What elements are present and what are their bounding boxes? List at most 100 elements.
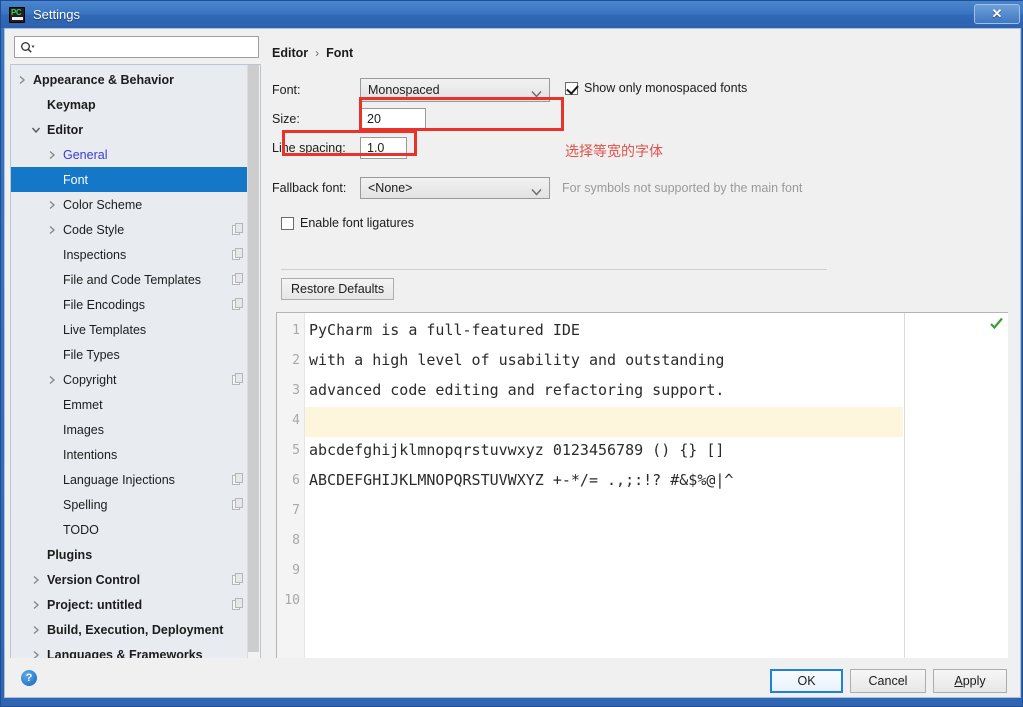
search-box[interactable] (14, 36, 259, 58)
line-spacing-row: Line spacing: 1.0 (272, 137, 407, 159)
copy-settings-icon (232, 298, 243, 310)
sidebar-item-appearance-behavior[interactable]: Appearance & Behavior (11, 67, 255, 92)
sidebar-item-label: Inspections (63, 247, 127, 262)
window-title: Settings (33, 7, 80, 22)
chevron-right-icon[interactable] (30, 599, 42, 611)
sidebar-item-todo[interactable]: TODO (11, 517, 255, 542)
sidebar-item-copyright[interactable]: Copyright (11, 367, 255, 392)
copy-settings-icon (232, 373, 243, 385)
sidebar-item-emmet[interactable]: Emmet (11, 392, 255, 417)
sidebar-item-font[interactable]: Font (11, 167, 255, 192)
chevron-right-icon[interactable] (16, 74, 28, 86)
cancel-button[interactable]: Cancel (850, 669, 926, 693)
line-number: 7 (292, 503, 300, 518)
show-monospaced-checkbox[interactable] (565, 81, 578, 95)
sidebar-item-keymap[interactable]: Keymap (11, 92, 255, 117)
sidebar-item-label: Images (63, 422, 104, 437)
help-icon[interactable]: ? (21, 670, 37, 686)
font-family-value: Monospaced (368, 83, 440, 97)
sidebar-item-file-and-code-templates[interactable]: File and Code Templates (11, 267, 255, 292)
show-monospaced-label: Show only monospaced fonts (584, 81, 748, 95)
chevron-down-icon[interactable] (30, 124, 42, 136)
sidebar-item-label: Keymap (47, 97, 96, 112)
title-bar: Settings ✕ (1, 1, 1023, 28)
sidebar-item-label: Project: untitled (47, 597, 143, 612)
apply-button[interactable]: Apply (933, 669, 1007, 693)
sidebar-item-language-injections[interactable]: Language Injections (11, 467, 255, 492)
sidebar-item-label: Code Style (63, 222, 125, 237)
settings-dialog-window: Settings ✕ Appearance & Behavior Keymap Ed… (0, 0, 1023, 707)
chevron-right-icon[interactable] (46, 199, 58, 211)
pycharm-icon (9, 6, 25, 23)
sidebar-item-label: File Encodings (63, 297, 145, 312)
ligatures-checkbox[interactable] (281, 216, 294, 230)
editor-line-number-gutter: 1 2 3 4 5 6 7 8 9 10 (277, 313, 305, 681)
chevron-right-icon[interactable] (30, 574, 42, 586)
copy-settings-icon (232, 573, 243, 585)
line-number: 9 (292, 563, 300, 578)
chevron-right-icon[interactable] (46, 149, 58, 161)
sidebar-item-file-types[interactable]: File Types (11, 342, 255, 367)
chevron-down-icon (531, 185, 542, 196)
sidebar-item-label: Copyright (63, 372, 117, 387)
copy-settings-icon (232, 473, 243, 485)
sidebar-item-editor[interactable]: Editor (11, 117, 255, 142)
settings-tree: Appearance & Behavior Keymap Editor General… (11, 65, 255, 667)
preview-code-line: ABCDEFGHIJKLMNOPQRSTUVWXYZ +-*/= .,;:!? … (309, 471, 734, 489)
line-number: 1 (292, 323, 300, 338)
font-preview-editor[interactable]: 1 2 3 4 5 6 7 8 9 10 PyCharm is a full-featured I… (276, 312, 1008, 682)
sidebar-item-general[interactable]: General (11, 142, 255, 167)
sidebar-item-intentions[interactable]: Intentions (11, 442, 255, 467)
ligatures-checkbox-row[interactable]: Enable font ligatures (281, 216, 414, 230)
settings-tree-sidebar[interactable]: Appearance & Behavior Keymap Editor General… (10, 64, 261, 692)
restore-defaults-button[interactable]: Restore Defaults (281, 278, 395, 300)
sidebar-item-label: Appearance & Behavior (33, 72, 175, 87)
preview-code-line: PyCharm is a full-featured IDE (309, 321, 580, 339)
ligatures-label: Enable font ligatures (300, 216, 414, 230)
sidebar-item-color-scheme[interactable]: Color Scheme (11, 192, 255, 217)
line-number: 8 (292, 533, 300, 548)
sidebar-item-label: Language Injections (63, 472, 175, 487)
breadcrumb: Editor › Font (272, 46, 353, 60)
sidebar-item-label: File and Code Templates (63, 272, 202, 287)
ok-button[interactable]: OK (770, 669, 843, 693)
sidebar-item-label: Version Control (47, 572, 141, 587)
sidebar-scrollbar-thumb[interactable] (248, 65, 259, 652)
sidebar-item-label: Emmet (63, 397, 103, 412)
sidebar-item-inspections[interactable]: Inspections (11, 242, 255, 267)
annotation-text: 选择等宽的字体 (565, 144, 663, 160)
sidebar-item-code-style[interactable]: Code Style (11, 217, 255, 242)
sidebar-item-live-templates[interactable]: Live Templates (11, 317, 255, 342)
font-size-input[interactable]: 20 (360, 108, 426, 130)
sidebar-item-images[interactable]: Images (11, 417, 255, 442)
font-row: Font: Monospaced (272, 78, 550, 102)
size-row: Size: 20 (272, 108, 426, 130)
line-spacing-input[interactable]: 1.0 (360, 137, 407, 159)
sidebar-item-version-control[interactable]: Version Control (11, 567, 255, 592)
search-input[interactable] (36, 38, 258, 56)
chevron-right-icon[interactable] (46, 224, 58, 236)
chevron-down-icon (531, 87, 542, 98)
font-family-select[interactable]: Monospaced (360, 78, 550, 102)
line-number: 6 (292, 473, 300, 488)
sidebar-item-plugins[interactable]: Plugins (11, 542, 255, 567)
copy-settings-icon (232, 223, 243, 235)
chevron-right-icon[interactable] (30, 624, 42, 636)
preview-code-line: with a high level of usability and outst… (309, 351, 725, 369)
breadcrumb-parent[interactable]: Editor (272, 46, 308, 60)
check-ok-icon (990, 317, 1003, 330)
sidebar-item-label: Build, Execution, Deployment (47, 622, 224, 637)
chevron-right-icon[interactable] (46, 374, 58, 386)
close-icon[interactable]: ✕ (974, 4, 1020, 24)
fallback-font-select[interactable]: <None> (360, 177, 550, 199)
show-monospaced-checkbox-row[interactable]: Show only monospaced fonts (565, 81, 747, 95)
preview-code-line: abcdefghijklmnopqrstuvwxyz 0123456789 ()… (309, 441, 725, 459)
fallback-font-row: Fallback font: <None> For symbols not su… (272, 177, 802, 199)
sidebar-scrollbar-track[interactable] (247, 65, 260, 691)
font-label: Font: (272, 83, 301, 97)
sidebar-item-project-untitled[interactable]: Project: untitled (11, 592, 255, 617)
sidebar-item-spelling[interactable]: Spelling (11, 492, 255, 517)
sidebar-item-build-execution-deployment[interactable]: Build, Execution, Deployment (11, 617, 255, 642)
sidebar-item-file-encodings[interactable]: File Encodings (11, 292, 255, 317)
preview-code-line: advanced code editing and refactoring su… (309, 381, 725, 399)
